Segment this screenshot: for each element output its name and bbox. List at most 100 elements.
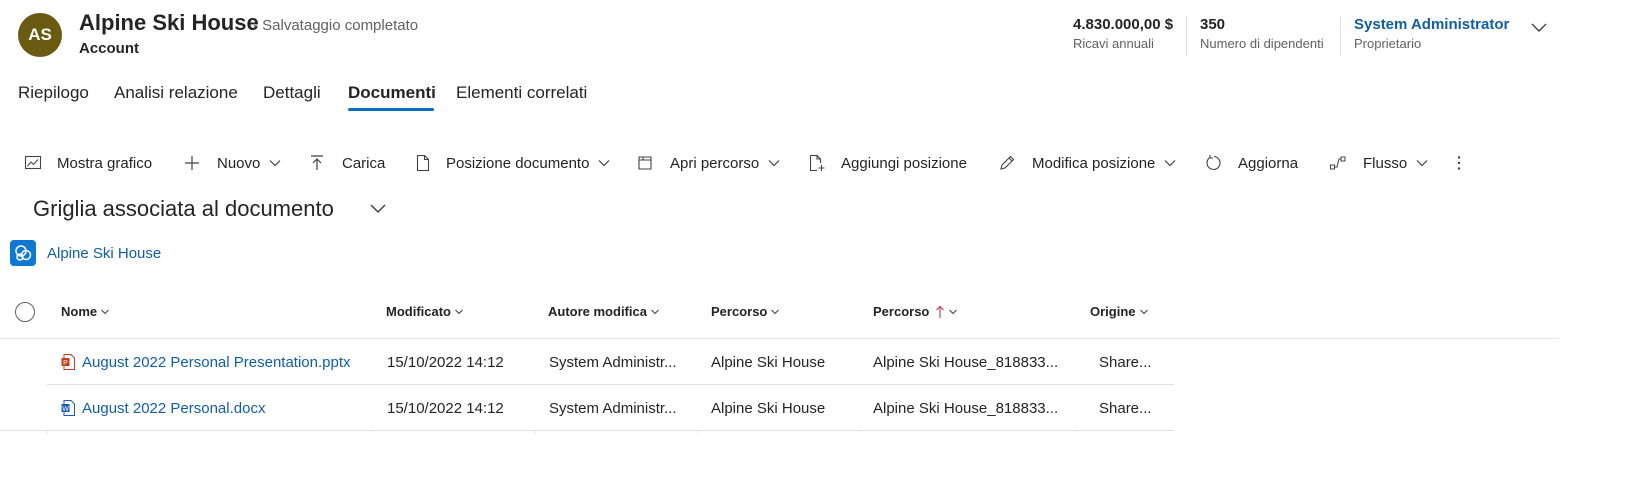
kpi-owner: System Administrator Proprietario bbox=[1354, 16, 1509, 51]
command-label: Nuovo bbox=[217, 154, 261, 172]
author-cell: System Administr... bbox=[549, 400, 677, 417]
tab-dettagli[interactable]: Dettagli bbox=[263, 83, 321, 103]
command-label: Flusso bbox=[1363, 154, 1408, 172]
column-header-percorso[interactable]: Percorso bbox=[711, 304, 780, 319]
show-chart-button[interactable]: Mostra grafico bbox=[24, 150, 152, 176]
section-title: Griglia associata al documento bbox=[33, 196, 334, 221]
refresh-button[interactable]: Aggiorna bbox=[1205, 150, 1298, 176]
location-cell: Alpine Ski House bbox=[711, 354, 826, 371]
column-label: Percorso bbox=[711, 304, 768, 319]
tab-documenti[interactable]: Documenti bbox=[348, 83, 436, 103]
chevron-down-icon[interactable] bbox=[1529, 18, 1549, 38]
chevron-down-icon bbox=[1139, 309, 1148, 314]
column-tick bbox=[372, 430, 373, 433]
kpi-value: 4.830.000,00 $ bbox=[1073, 16, 1174, 33]
chart-icon bbox=[24, 155, 42, 170]
column-tick bbox=[1076, 430, 1077, 433]
tab-riepilogo[interactable]: Riepilogo bbox=[18, 83, 89, 103]
document-location-icon bbox=[416, 154, 430, 172]
plus-icon bbox=[185, 156, 199, 170]
add-document-icon bbox=[809, 154, 825, 172]
column-label: Origine bbox=[1090, 304, 1136, 319]
flow-icon bbox=[1330, 156, 1346, 170]
upload-icon bbox=[311, 155, 323, 170]
column-label: Modificato bbox=[386, 304, 451, 319]
record-title: Alpine Ski House bbox=[79, 10, 259, 35]
divider bbox=[1186, 16, 1187, 56]
more-icon bbox=[1457, 156, 1461, 170]
column-label: Autore modifica bbox=[548, 304, 647, 319]
tab-elementi-correlati[interactable]: Elementi correlati bbox=[456, 83, 587, 103]
sort-ascending-arrow-icon bbox=[936, 305, 945, 318]
command-label: Aggiungi posizione bbox=[841, 154, 967, 172]
svg-text:P: P bbox=[63, 360, 68, 367]
tab-analisi-relazione[interactable]: Analisi relazione bbox=[114, 83, 238, 103]
column-tick bbox=[535, 430, 536, 433]
column-tick bbox=[859, 430, 860, 433]
command-label: Mostra grafico bbox=[57, 154, 153, 172]
modified-cell: 15/10/2022 14:12 bbox=[387, 400, 504, 417]
powerpoint-file-icon: P bbox=[61, 354, 75, 370]
column-header-nome[interactable]: Nome bbox=[61, 304, 110, 319]
chevron-down-icon bbox=[1416, 160, 1428, 167]
document-name-link[interactable]: August 2022 Personal Presentation.pptx bbox=[82, 354, 351, 371]
chevron-down-icon bbox=[101, 309, 110, 314]
upload-button[interactable]: Carica bbox=[309, 150, 385, 176]
kpi-label: Numero di dipendenti bbox=[1200, 36, 1324, 51]
command-label: Posizione documento bbox=[446, 154, 590, 172]
table-row[interactable]: P August 2022 Personal Presentation.pptx… bbox=[0, 339, 1174, 384]
source-cell: Share... bbox=[1099, 354, 1152, 371]
location-cell: Alpine Ski House bbox=[711, 400, 826, 417]
select-all-checkbox[interactable] bbox=[15, 302, 35, 322]
path-cell: Alpine Ski House_818833... bbox=[873, 354, 1059, 371]
column-label: Nome bbox=[61, 304, 98, 319]
svg-text:W: W bbox=[62, 406, 69, 413]
path-cell: Alpine Ski House_818833... bbox=[873, 400, 1059, 417]
command-label: Aggiorna bbox=[1238, 154, 1299, 172]
new-button[interactable]: Nuovo bbox=[183, 150, 282, 176]
kpi-label: Ricavi annuali bbox=[1073, 36, 1154, 51]
command-label: Apri percorso bbox=[670, 154, 760, 172]
more-commands-button[interactable] bbox=[1452, 150, 1466, 176]
column-header-modificato[interactable]: Modificato bbox=[386, 304, 464, 319]
column-tick bbox=[47, 430, 48, 433]
divider bbox=[1340, 16, 1341, 56]
active-tab-indicator bbox=[348, 108, 434, 111]
column-header-autore-modifica[interactable]: Autore modifica bbox=[548, 304, 660, 319]
sharepoint-icon bbox=[10, 240, 36, 266]
open-path-button[interactable]: Apri percorso bbox=[637, 150, 781, 176]
chevron-down-icon bbox=[269, 160, 281, 167]
owner-link[interactable]: System Administrator bbox=[1354, 16, 1509, 33]
source-cell: Share... bbox=[1099, 400, 1152, 417]
chevron-down-icon bbox=[651, 309, 659, 314]
chevron-down-icon bbox=[768, 160, 780, 167]
column-header-percorso-sorted[interactable]: Percorso bbox=[873, 304, 958, 319]
author-cell: System Administr... bbox=[549, 354, 677, 371]
kpi-label: Proprietario bbox=[1354, 36, 1422, 51]
pencil-icon bbox=[1000, 155, 1015, 170]
avatar: AS bbox=[18, 13, 62, 57]
flow-button[interactable]: Flusso bbox=[1329, 150, 1429, 176]
chevron-down-icon bbox=[1164, 160, 1176, 167]
chevron-down-icon bbox=[949, 309, 958, 314]
chevron-down-icon bbox=[771, 309, 780, 314]
chevron-down-icon bbox=[455, 309, 463, 314]
kpi-employees: 350 Numero di dipendenti bbox=[1200, 16, 1324, 51]
grid-bottom-border bbox=[0, 430, 1174, 431]
add-location-button[interactable]: Aggiungi posizione bbox=[808, 150, 967, 176]
document-name-link[interactable]: August 2022 Personal.docx bbox=[82, 400, 265, 417]
refresh-icon bbox=[1206, 155, 1221, 171]
edit-location-button[interactable]: Modifica posizione bbox=[998, 150, 1177, 176]
chevron-down-icon[interactable] bbox=[368, 199, 388, 219]
kpi-annual-revenue: 4.830.000,00 $ Ricavi annuali bbox=[1073, 16, 1173, 51]
column-header-origine[interactable]: Origine bbox=[1090, 304, 1149, 319]
open-folder-icon bbox=[638, 156, 652, 170]
word-file-icon: W bbox=[61, 400, 75, 416]
modified-cell: 15/10/2022 14:12 bbox=[387, 354, 504, 371]
column-label: Percorso bbox=[873, 304, 930, 319]
table-row[interactable]: W August 2022 Personal.docx 15/10/2022 1… bbox=[0, 385, 1174, 430]
command-label: Modifica posizione bbox=[1032, 154, 1156, 172]
document-location-button[interactable]: Posizione documento bbox=[415, 150, 611, 176]
chevron-down-icon bbox=[599, 160, 610, 167]
sharepoint-site-link[interactable]: Alpine Ski House bbox=[47, 245, 161, 262]
